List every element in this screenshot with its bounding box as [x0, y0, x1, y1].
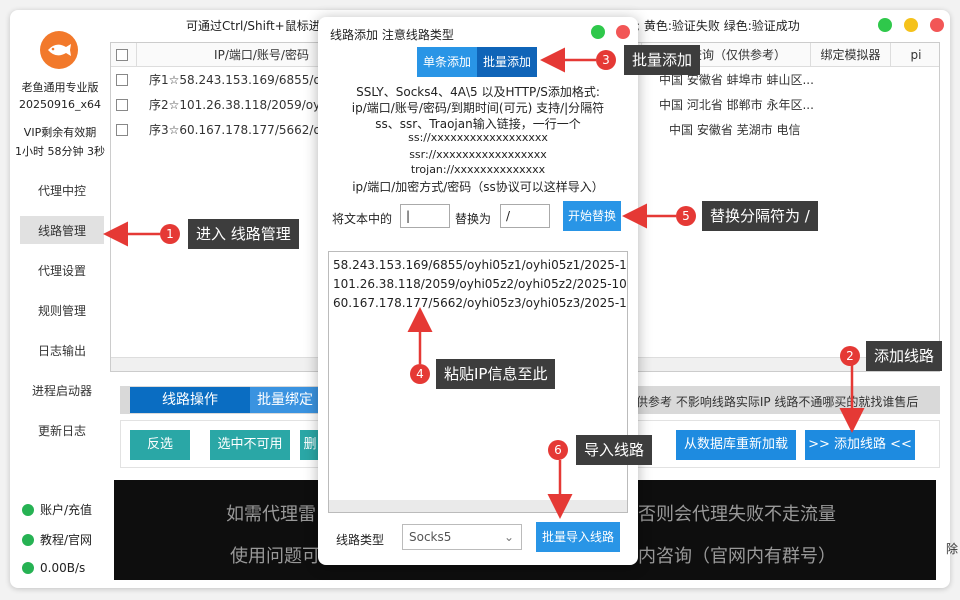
delete-button[interactable]: 删 — [300, 430, 320, 460]
legend-hint-text: ; 黄色:验证失败 绿色:验证成功 — [636, 19, 800, 33]
format-info-line: ip/端口/账号/密码/到期时间(可元) 支持/|分隔符 — [351, 101, 605, 115]
select-all-checkbox[interactable] — [116, 49, 128, 61]
status-dot — [22, 562, 34, 574]
header-pi[interactable]: pi — [891, 43, 941, 67]
row-ip: 序1☆58.243.153.169/6855/oyi — [149, 73, 332, 87]
maximize-dot[interactable] — [878, 18, 892, 32]
status-speed: 0.00B/s — [22, 561, 85, 575]
app-logo — [40, 31, 78, 69]
textarea-line: 58.243.153.169/6855/oyhi05z1/oyhi05z1/20… — [333, 258, 628, 272]
annotation-label: 粘贴IP信息至此 — [436, 359, 556, 389]
status-account-recharge[interactable]: 账户/充值 — [22, 501, 92, 518]
annotation-label: 替换分隔符为 / — [702, 201, 818, 231]
annotation-number: 4 — [410, 364, 430, 384]
header-emulator[interactable]: 绑定模拟器 — [811, 43, 891, 67]
add-line-dialog: 线路添加 注意线路类型 单条添加 批量添加 SSLY、Socks4、4A\5 以… — [318, 17, 638, 565]
clipped-text: 除 — [946, 542, 959, 556]
row-checkbox[interactable] — [116, 124, 128, 136]
textarea-line: 60.167.178.177/5662/oyhi05z3/oyhi05z3/20… — [333, 296, 628, 310]
notice-text: 供参考 不影响线路实际IP 线路不通哪买的就找谁售后 — [636, 395, 919, 409]
vip-label: VIP剩余有效期 — [23, 126, 97, 139]
notice-line2-left: 使用问题可 — [230, 546, 320, 567]
batch-import-button[interactable]: 批量导入线路 — [536, 522, 620, 552]
notice-line2-right: 内咨询（官网内有群号） — [638, 546, 836, 567]
reload-database-button[interactable]: 从数据库重新加载 — [676, 430, 796, 460]
replace-to-input[interactable]: / — [500, 204, 550, 228]
annotation-number: 5 — [676, 206, 696, 226]
tab-line-operations[interactable]: 线路操作 — [130, 387, 250, 413]
tab-batch-bind[interactable]: 批量绑定 — [250, 387, 320, 413]
app-name: 老鱼通用专业版 — [21, 81, 99, 94]
row-checkbox[interactable] — [116, 99, 128, 111]
status-tutorial-website[interactable]: 教程/官网 — [22, 531, 92, 548]
select-unavailable-button[interactable]: 选中不可用 — [210, 430, 290, 460]
single-add-button[interactable]: 单条添加 — [417, 47, 477, 77]
format-example-line: ss://xxxxxxxxxxxxxxxxxx — [408, 131, 548, 144]
textarea-line: 101.26.38.118/2059/oyhi05z2/oyhi05z2/202… — [333, 277, 628, 291]
format-example-line: ssr://xxxxxxxxxxxxxxxxx — [409, 148, 547, 161]
format-info-line: SSLY、Socks4、4A\5 以及HTTP/S添加格式: — [356, 85, 600, 99]
line-type-select[interactable]: Socks5 ⌄ — [402, 524, 522, 550]
batch-add-button[interactable]: 批量添加 — [477, 47, 537, 77]
sidebar-item-proxy-control[interactable]: 代理中控 — [20, 176, 104, 204]
replace-from-input[interactable]: | — [400, 204, 450, 228]
app-version: 20250916_x64 — [19, 98, 101, 111]
annotation-number: 1 — [160, 224, 180, 244]
format-example-line: trojan://xxxxxxxxxxxxxx — [410, 163, 546, 176]
status-dot — [22, 533, 34, 546]
start-replace-button[interactable]: 开始替换 — [563, 201, 621, 231]
dialog-title: 线路添加 注意线路类型 — [330, 28, 454, 42]
format-info-line: ss、ssr、Traojan输入链接，一行一个 — [375, 117, 581, 131]
annotation-label: 进入 线路管理 — [188, 219, 299, 249]
sidebar-item-log-output[interactable]: 日志输出 — [20, 336, 104, 364]
row-checkbox[interactable] — [116, 74, 128, 86]
line-type-label: 线路类型 — [336, 533, 385, 547]
annotation-label: 添加线路 — [866, 341, 943, 371]
minimize-dot[interactable] — [904, 18, 918, 32]
chevron-down-icon: ⌄ — [503, 530, 514, 544]
notice-line1-right: 否则会代理失败不走流量 — [638, 504, 836, 525]
vip-remaining-time: 1小时 58分钟 3秒 — [15, 145, 105, 158]
line-type-value: Socks5 — [409, 530, 452, 544]
row-region: 中国 安徽省 芜湖市 电信 — [669, 123, 801, 137]
sidebar-item-update-log[interactable]: 更新日志 — [20, 416, 104, 444]
row-ip: 序2☆101.26.38.118/2059/oyi — [149, 98, 324, 112]
sidebar-item-rule-management[interactable]: 规则管理 — [20, 296, 104, 324]
sidebar-item-line-management[interactable]: 线路管理 — [20, 216, 104, 244]
status-dot — [22, 503, 34, 516]
annotation-label: 批量添加 — [624, 45, 701, 75]
row-region: 中国 河北省 邯郸市 永年区... — [659, 98, 814, 112]
annotation-number: 3 — [596, 50, 616, 70]
invert-selection-button[interactable]: 反选 — [130, 430, 190, 460]
top-hint-text: 可通过Ctrl/Shift+鼠标进 — [186, 19, 321, 33]
notice-line1-left: 如需代理雷 — [226, 504, 316, 525]
replace-from-label: 将文本中的 — [332, 212, 393, 226]
fish-icon — [48, 44, 71, 56]
header-checkbox-cell[interactable] — [111, 43, 137, 67]
format-info-line: ip/端口/加密方式/密码（ss协议可以这样导入） — [352, 180, 604, 194]
dialog-maximize-dot[interactable] — [591, 25, 605, 39]
textarea-scrollbar[interactable] — [329, 500, 627, 512]
add-lines-button[interactable]: >> 添加线路 << — [805, 430, 915, 460]
replace-to-label: 替换为 — [455, 212, 492, 226]
annotation-number: 6 — [548, 440, 568, 460]
sidebar-item-proxy-settings[interactable]: 代理设置 — [20, 256, 104, 284]
close-dot[interactable] — [930, 18, 944, 32]
annotation-label: 导入线路 — [576, 435, 653, 465]
annotation-number: 2 — [840, 346, 860, 366]
row-ip: 序3☆60.167.178.177/5662/oyi — [149, 123, 332, 137]
sidebar-item-process-launcher[interactable]: 进程启动器 — [20, 376, 104, 404]
dialog-close-dot[interactable] — [616, 25, 630, 39]
